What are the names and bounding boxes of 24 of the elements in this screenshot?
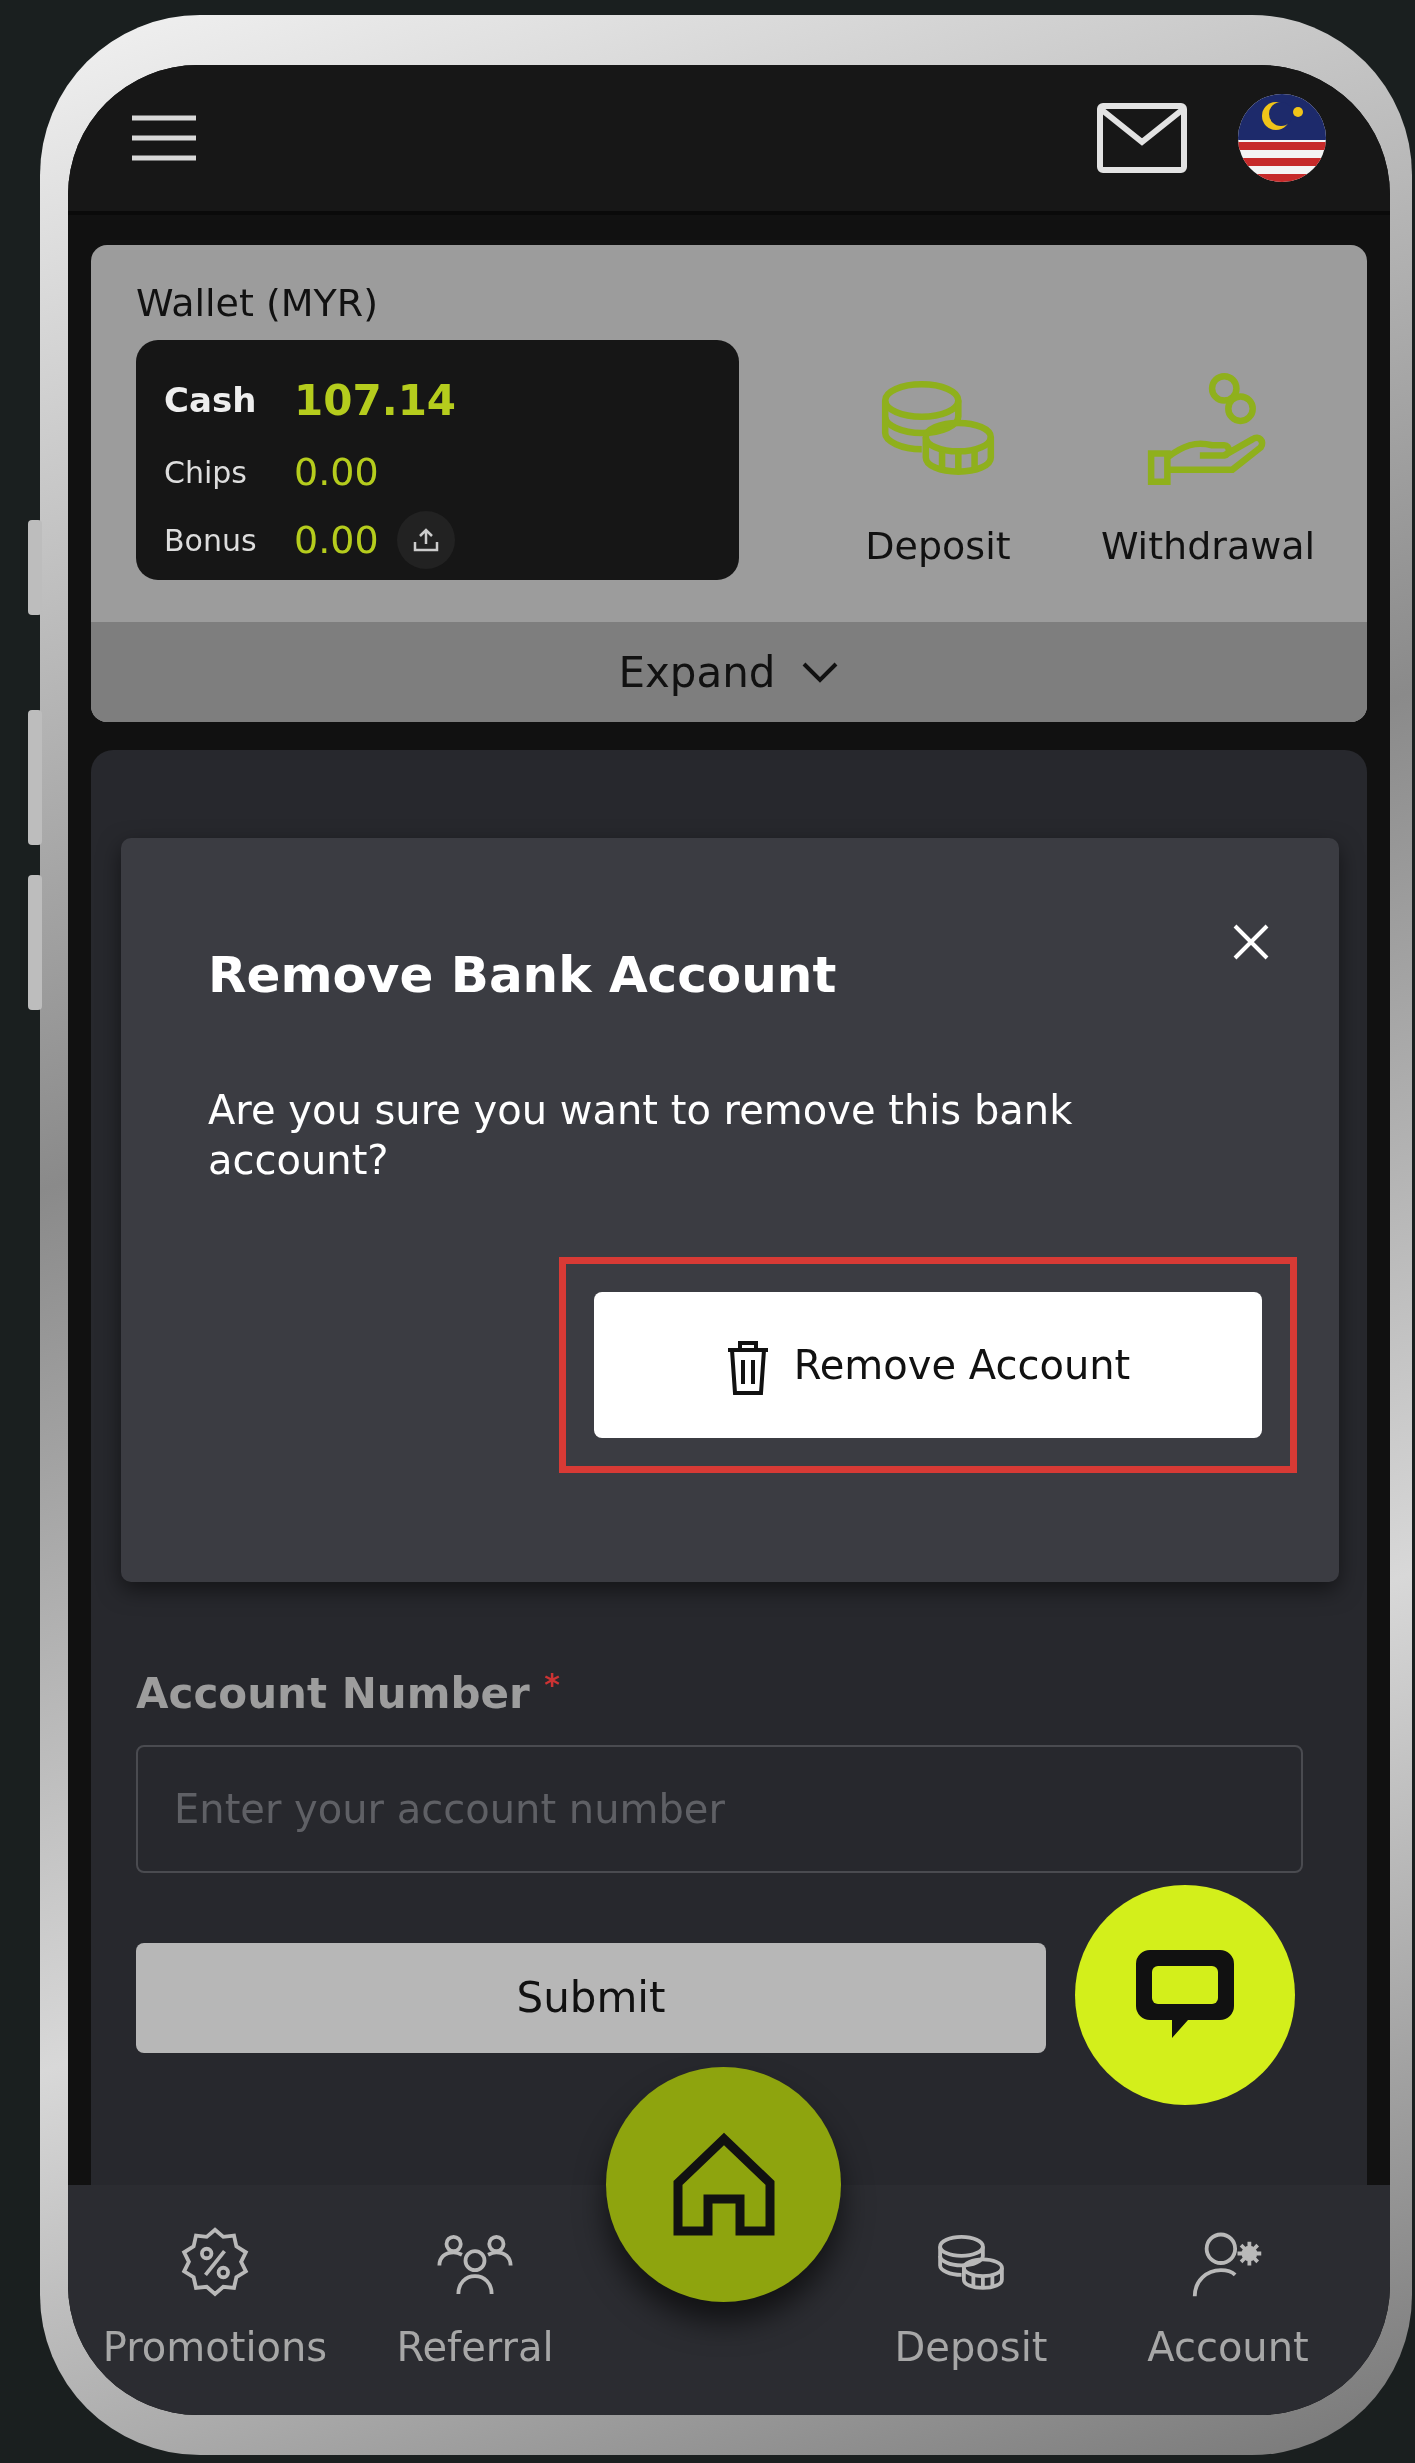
account-number-field[interactable]: Enter your account number xyxy=(136,1745,1303,1873)
nav-item[interactable]: Referral xyxy=(365,2225,585,2377)
balance-label: Cash xyxy=(164,378,258,422)
upload-icon xyxy=(411,526,440,554)
remove-account-button[interactable]: Remove Account xyxy=(594,1292,1262,1438)
field-label: Account Number xyxy=(136,1669,530,1718)
mail-icon[interactable] xyxy=(1096,102,1188,174)
submit-button[interactable]: Submit xyxy=(136,1943,1046,2053)
balance-label: Chips xyxy=(164,453,248,492)
required-mark: * xyxy=(544,1667,561,1702)
dialog-message: Are you sure you want to remove this bank account? xyxy=(208,1086,1074,1185)
expand-button[interactable]: Expand xyxy=(91,622,1367,722)
wallet-title: Wallet (MYR) xyxy=(135,280,379,327)
menu-icon[interactable] xyxy=(130,114,198,162)
balance-value: 0.00 xyxy=(294,516,379,564)
wallet-deposit-button[interactable]: Deposit xyxy=(803,364,1073,575)
nav-item[interactable]: Account xyxy=(1118,2225,1338,2377)
wallet-withdrawal-button[interactable]: Withdrawal xyxy=(1073,364,1343,575)
nav-item[interactable]: Deposit xyxy=(861,2225,1081,2377)
nav-item[interactable]: Promotions xyxy=(105,2225,325,2377)
balance-label: Bonus xyxy=(164,521,258,560)
balance-value: 0.00 xyxy=(294,448,379,496)
balance-value: 107.14 xyxy=(294,374,457,427)
dialog-title: Remove Bank Account xyxy=(208,945,837,1006)
